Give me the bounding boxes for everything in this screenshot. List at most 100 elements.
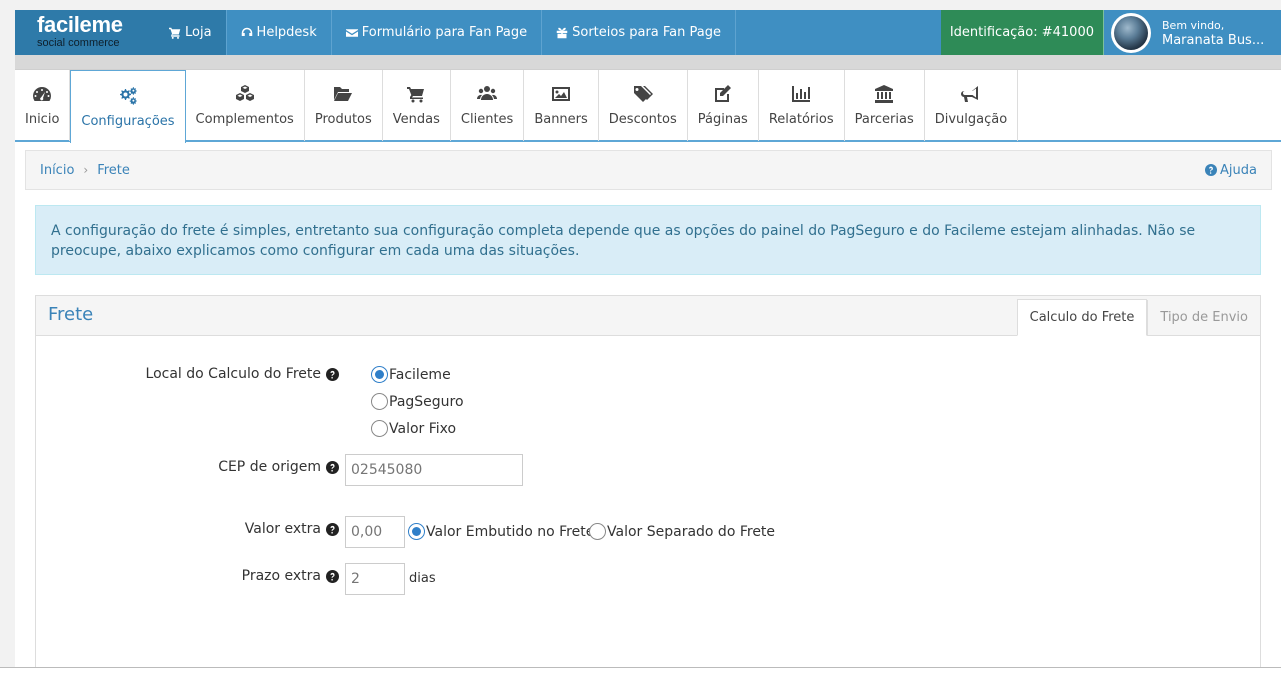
panel-tabs: Calculo do Frete Tipo de Envio: [1016, 296, 1260, 336]
radio-valor-separado[interactable]: Valor Separado do Frete: [589, 523, 775, 540]
brand-logo[interactable]: facileme social commerce: [15, 10, 155, 55]
cep-text: CEP de origem: [218, 459, 321, 475]
radio-label: Valor Separado do Frete: [607, 523, 776, 540]
radio-facileme[interactable]: Facileme: [371, 366, 451, 383]
envelope-icon: [345, 28, 358, 37]
top-nav: Loja Helpdesk Formulário para Fan Page S…: [155, 10, 736, 55]
cep-label: CEP de origem: [218, 459, 339, 475]
tab-label: Clientes: [460, 112, 514, 127]
breadcrumb-separator: ›: [83, 163, 89, 177]
valor-extra-text: Valor extra: [244, 521, 321, 537]
cubes-icon: [235, 85, 254, 101]
tab-label: Descontos: [608, 112, 677, 127]
local-calculo-label: Local do Calculo do Frete: [146, 366, 339, 382]
tab-banners[interactable]: Banners: [524, 70, 599, 141]
tab-vendas[interactable]: Vendas: [383, 70, 451, 141]
tab-calculo-do-frete[interactable]: Calculo do Frete: [1016, 299, 1148, 336]
panel-title: Frete: [48, 304, 94, 325]
topnav-label: Loja: [185, 25, 212, 40]
topnav-sorteios[interactable]: Sorteios para Fan Page: [542, 10, 736, 55]
gears-icon: [119, 86, 137, 105]
user-greeting: Bem vindo,: [1162, 18, 1225, 32]
tab-label: Divulgação: [934, 112, 1008, 127]
tab-label: Parcerias: [854, 112, 914, 127]
prazo-extra-input[interactable]: [345, 563, 405, 595]
radio-dot[interactable]: [371, 366, 388, 383]
question-circle-icon[interactable]: [326, 460, 339, 474]
radio-dot[interactable]: [371, 393, 388, 410]
tab-label: Complementos: [195, 112, 294, 127]
tab-produtos[interactable]: Produtos: [305, 70, 383, 141]
tab-label: Relatórios: [768, 112, 834, 127]
cart-icon: [407, 87, 425, 103]
radio-dot[interactable]: [408, 523, 425, 540]
avatar: [1111, 12, 1151, 53]
local-calculo-text: Local do Calculo do Frete: [145, 366, 321, 382]
app-window: facileme social commerce Loja Helpdesk F…: [15, 10, 1281, 667]
tab-inicio[interactable]: Inicio: [15, 70, 71, 141]
tab-configuracoes[interactable]: Configurações: [70, 70, 186, 143]
radio-pagseguro[interactable]: PagSeguro: [371, 393, 464, 410]
top-right: Identificação: #41000 Bem vindo, Maranat…: [940, 10, 1281, 55]
help-label: Ajuda: [1220, 162, 1257, 178]
bar-chart-icon: [792, 86, 811, 102]
radio-label: Valor Fixo: [389, 420, 457, 437]
top-navbar: facileme social commerce Loja Helpdesk F…: [15, 10, 1281, 55]
topnav-helpdesk[interactable]: Helpdesk: [227, 10, 332, 55]
bank-icon: [875, 85, 894, 103]
module-tabs: Inicio Configurações Complementos Produt…: [15, 70, 1281, 143]
users-icon: [477, 86, 498, 100]
breadcrumb-current[interactable]: Frete: [97, 163, 130, 178]
edit-icon: [714, 85, 731, 102]
radio-label: Facileme: [389, 366, 451, 383]
prazo-extra-label: Prazo extra: [242, 568, 339, 584]
tab-paginas[interactable]: Páginas: [688, 70, 759, 141]
window-bottom-border: [0, 667, 1281, 683]
radio-dot[interactable]: [589, 523, 606, 540]
radio-valor-fixo[interactable]: Valor Fixo: [371, 420, 456, 437]
prazo-suffix: dias: [409, 571, 436, 586]
info-alert: A configuração do frete é simples, entre…: [35, 205, 1261, 275]
topnav-label: Helpdesk: [256, 25, 317, 40]
radio-label: Valor Embutido no Frete: [426, 523, 595, 540]
frete-form: Local do Calculo do Frete Facileme PagSe…: [36, 336, 1260, 667]
prazo-extra-text: Prazo extra: [241, 568, 321, 584]
radio-dot[interactable]: [371, 420, 388, 437]
tab-label: Páginas: [697, 112, 748, 127]
topnav-label: Formulário para Fan Page: [361, 25, 528, 40]
cep-input[interactable]: [345, 454, 523, 486]
bullhorn-icon: [960, 86, 978, 102]
user-menu[interactable]: Bem vindo, Maranata Bus...: [1104, 10, 1281, 55]
tags-icon: [633, 86, 653, 102]
tab-label: Produtos: [314, 112, 372, 127]
folder-open-icon: [334, 87, 353, 101]
question-circle-icon[interactable]: [326, 522, 339, 536]
tab-complementos[interactable]: Complementos: [186, 70, 305, 141]
tab-label: Vendas: [392, 112, 440, 127]
tab-label: Inicio: [25, 112, 60, 127]
question-circle-icon[interactable]: [326, 367, 339, 381]
identification-badge: Identificação: #41000: [940, 10, 1104, 55]
breadcrumb-home-link[interactable]: Início: [40, 163, 74, 178]
tab-relatorios[interactable]: Relatórios: [759, 70, 845, 141]
breadcrumb: Início › Frete Ajuda: [25, 150, 1272, 190]
tab-tipo-de-envio[interactable]: Tipo de Envio: [1147, 300, 1260, 335]
topnav-loja[interactable]: Loja: [155, 10, 227, 55]
help-link[interactable]: Ajuda: [1205, 163, 1257, 178]
tab-divulgacao[interactable]: Divulgação: [925, 70, 1019, 141]
tab-clientes[interactable]: Clientes: [451, 70, 525, 141]
dashboard-icon: [33, 87, 52, 101]
logo-tagline: social commerce: [37, 37, 120, 49]
panel-header: Frete Calculo do Frete Tipo de Envio: [36, 296, 1260, 336]
question-circle-icon[interactable]: [326, 569, 339, 583]
valor-extra-input[interactable]: [345, 516, 405, 548]
picture-icon: [552, 87, 571, 101]
topnav-formulario[interactable]: Formulário para Fan Page: [332, 10, 543, 55]
radio-valor-embutido[interactable]: Valor Embutido no Frete: [408, 523, 594, 540]
headset-icon: [241, 27, 252, 36]
tab-descontos[interactable]: Descontos: [599, 70, 688, 141]
cart-icon: [169, 27, 181, 39]
tab-label: Configurações: [81, 113, 175, 129]
tab-parcerias[interactable]: Parcerias: [845, 70, 925, 141]
tab-label: Banners: [534, 112, 588, 127]
